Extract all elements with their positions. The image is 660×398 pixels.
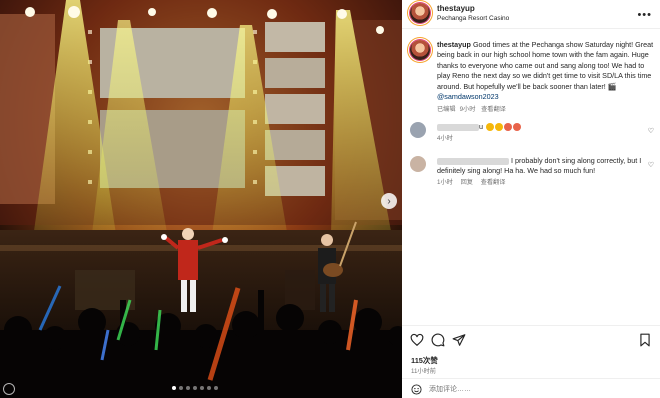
- comment-input[interactable]: [429, 383, 629, 396]
- comment-meta: 4小时: [437, 134, 642, 144]
- author-username[interactable]: thestayup: [437, 4, 475, 13]
- comment-translate-link[interactable]: 查看翻译: [481, 179, 506, 186]
- comment-text: u: [479, 122, 483, 131]
- tag-icon[interactable]: [3, 383, 15, 395]
- caption-avatar[interactable]: [410, 40, 430, 60]
- emoji-icon: [486, 123, 494, 132]
- chevron-right-icon: ›: [387, 195, 391, 207]
- caption-text: thestayup Good times at the Pechanga sho…: [437, 40, 654, 116]
- carousel-dot: [207, 386, 211, 390]
- blurred-username: [437, 123, 479, 131]
- comment-like-icon[interactable]: ♡: [648, 161, 654, 169]
- commenter-avatar[interactable]: [410, 156, 426, 172]
- caption-meta: 已编辑 9小时 查看翻译: [437, 105, 654, 115]
- comment-icon[interactable]: [431, 333, 445, 347]
- carousel-dot: [214, 386, 218, 390]
- carousel-dot: [186, 386, 190, 390]
- comment-meta: 1小时 回复 查看翻译: [437, 178, 642, 188]
- carousel-dot: [172, 386, 176, 390]
- caption-translate-link[interactable]: 查看翻译: [481, 106, 506, 113]
- author-avatar[interactable]: [410, 3, 430, 23]
- emoji-icon: [504, 123, 512, 132]
- post-header: thestayup Pechanga Resort Casino •••: [402, 0, 660, 29]
- post-timestamp[interactable]: 11小时前: [411, 366, 436, 375]
- bookmark-icon[interactable]: [638, 333, 652, 347]
- smiley-icon[interactable]: [411, 384, 422, 395]
- commenter-avatar[interactable]: [410, 122, 426, 138]
- comment-age: 4小时: [437, 134, 453, 142]
- comment-like-icon[interactable]: ♡: [648, 127, 654, 135]
- comment-body: I probably don't sing along correctly, b…: [437, 156, 642, 187]
- carousel-dot: [200, 386, 204, 390]
- more-icon[interactable]: •••: [637, 9, 652, 21]
- caption-mention[interactable]: @samdawson2023: [437, 92, 499, 101]
- caption-age: 9小时: [459, 106, 476, 114]
- post-location[interactable]: Pechanga Resort Casino: [437, 15, 509, 22]
- comment-reply-link[interactable]: 回复: [461, 179, 473, 186]
- add-comment-row: [402, 378, 660, 398]
- blurred-username: [437, 157, 509, 165]
- edited-label: 已编辑: [437, 106, 456, 114]
- post-actions: 115次赞 11小时前: [402, 325, 660, 398]
- next-image-button[interactable]: ›: [381, 193, 397, 209]
- emoji-icon: [513, 123, 521, 132]
- carousel-dot: [179, 386, 183, 390]
- heart-icon[interactable]: [410, 333, 424, 347]
- emoji-icon: [495, 123, 503, 132]
- post-sidebar: thestayup Pechanga Resort Casino ••• the…: [402, 0, 660, 398]
- post-media[interactable]: ›: [0, 0, 402, 398]
- caption-username[interactable]: thestayup: [437, 40, 471, 49]
- carousel-indicator: [172, 386, 218, 390]
- comment-body: u 4小时: [437, 122, 642, 144]
- carousel-dot: [193, 386, 197, 390]
- like-count[interactable]: 115次赞: [411, 355, 438, 366]
- concert-photo: [0, 0, 402, 398]
- send-icon[interactable]: [452, 333, 466, 347]
- comment-age: 1小时: [437, 178, 453, 186]
